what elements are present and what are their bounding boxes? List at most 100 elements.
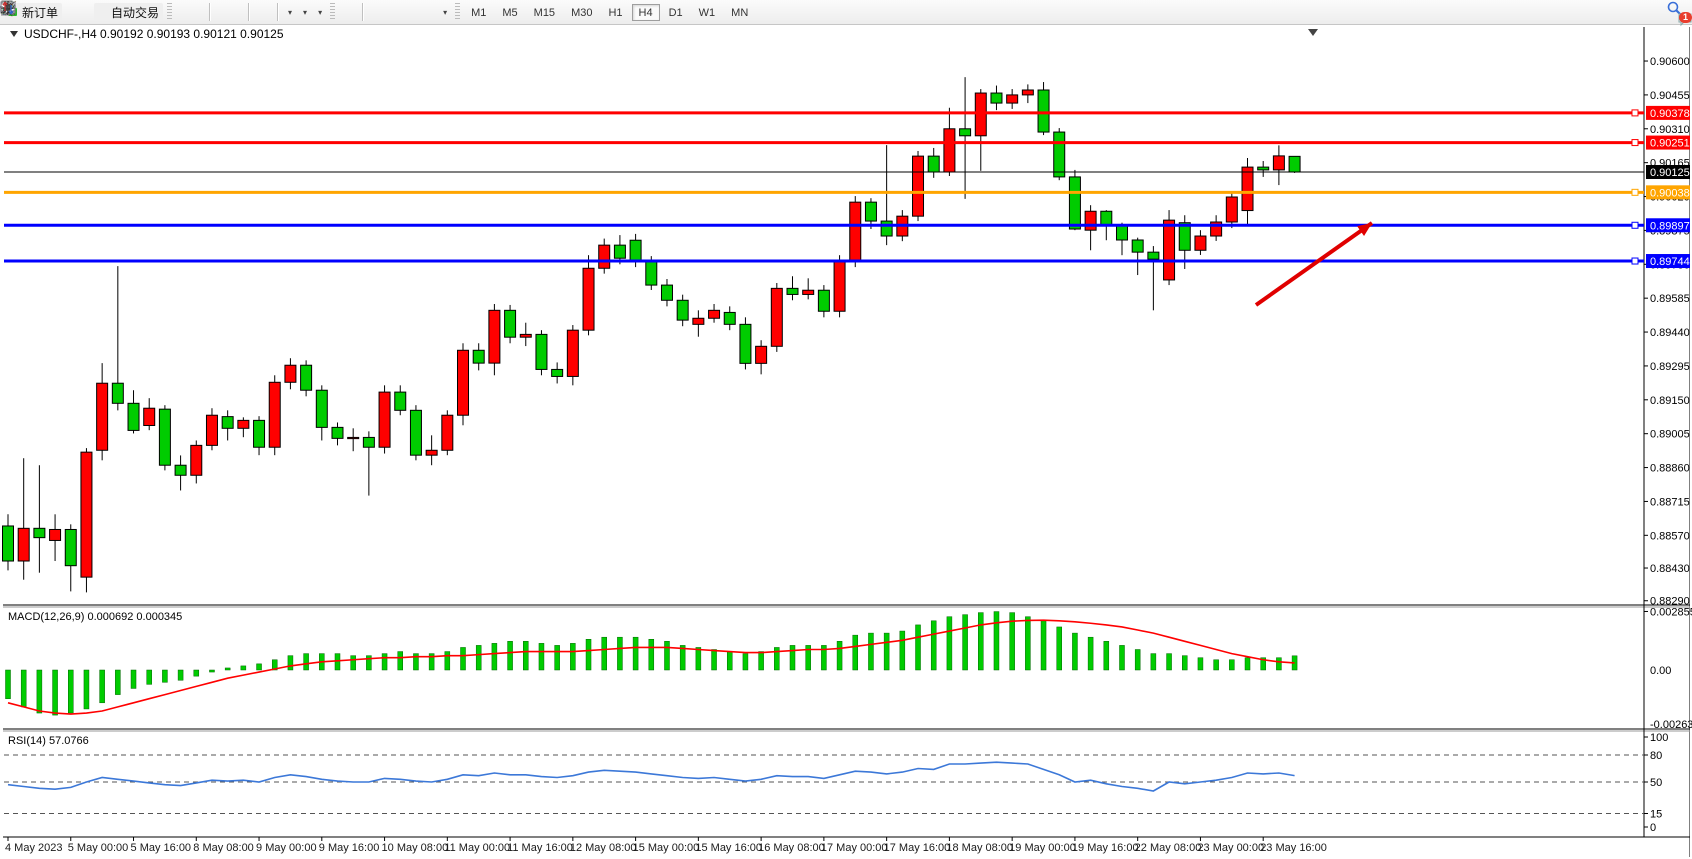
macd-histogram-bar <box>476 645 481 670</box>
time-label: 23 May 16:00 <box>1260 842 1327 854</box>
candle-9 <box>144 408 155 425</box>
macd-histogram-bar <box>978 613 983 670</box>
hline-handle[interactable] <box>1632 222 1638 228</box>
macd-histogram-bar <box>304 654 309 670</box>
candle-23 <box>363 437 374 447</box>
macd-histogram-bar <box>100 670 105 703</box>
rsi-level-label: 50 <box>1650 777 1662 789</box>
hline-handle[interactable] <box>1632 140 1638 146</box>
candle-71 <box>1116 225 1127 240</box>
macd-histogram-bar <box>115 670 120 695</box>
candle-25 <box>395 392 406 410</box>
macd-histogram-bar <box>1198 658 1203 670</box>
rsi-level-label: 100 <box>1650 732 1668 744</box>
macd-histogram-bar <box>1214 660 1219 670</box>
candle-6 <box>97 383 108 450</box>
hline-handle[interactable] <box>1632 258 1638 264</box>
candle-43 <box>677 300 688 320</box>
candle-30 <box>473 350 484 363</box>
hline-handle[interactable] <box>1632 110 1638 116</box>
candle-59 <box>928 156 939 172</box>
time-label: 10 May 08:00 <box>382 842 449 854</box>
time-label: 22 May 08:00 <box>1135 842 1202 854</box>
macd-histogram-bar <box>382 654 387 670</box>
macd-histogram-bar <box>555 645 560 670</box>
candle-10 <box>159 409 170 465</box>
candle-17 <box>269 382 280 447</box>
macd-histogram-bar <box>6 670 11 699</box>
candle-1 <box>18 528 29 561</box>
price-tick-label: 0.89585 <box>1650 293 1690 305</box>
time-label: 5 May 00:00 <box>68 842 129 854</box>
macd-histogram-bar <box>1229 660 1234 670</box>
macd-title: MACD(12,26,9) 0.000692 0.000345 <box>8 611 182 623</box>
macd-histogram-bar <box>1025 617 1030 670</box>
macd-histogram-bar <box>900 631 905 670</box>
candle-42 <box>661 285 672 300</box>
macd-histogram-bar <box>1041 621 1046 670</box>
macd-histogram-bar <box>523 641 528 670</box>
price-tick-label: 0.90455 <box>1650 90 1690 102</box>
candle-4 <box>65 529 76 565</box>
candle-54 <box>850 202 861 261</box>
chart-canvas[interactable]: 0.906000.904550.903100.901650.900200.898… <box>0 0 1692 859</box>
candle-66 <box>1038 90 1049 132</box>
hline-handle[interactable] <box>1632 189 1638 195</box>
candle-35 <box>552 369 563 376</box>
time-label: 15 May 00:00 <box>633 842 700 854</box>
macd-zero-label: 0.00 <box>1650 665 1671 677</box>
candle-76 <box>1195 236 1206 250</box>
candle-53 <box>834 261 845 311</box>
macd-histogram-bar <box>37 670 42 713</box>
macd-histogram-bar <box>68 670 73 713</box>
macd-histogram-bar <box>147 670 152 684</box>
candle-62 <box>975 93 986 136</box>
rsi-level-label: 15 <box>1650 809 1662 821</box>
rsi-level-label: 0 <box>1650 822 1656 834</box>
time-label: 8 May 08:00 <box>193 842 254 854</box>
price-tick-label: 0.89150 <box>1650 395 1690 407</box>
candle-28 <box>442 415 453 450</box>
candle-81 <box>1273 156 1284 170</box>
candle-44 <box>693 318 704 324</box>
macd-histogram-bar <box>1104 641 1109 670</box>
price-tick-label: 0.90600 <box>1650 56 1690 68</box>
candle-24 <box>379 392 390 447</box>
time-label: 17 May 16:00 <box>884 842 951 854</box>
candle-21 <box>332 427 343 438</box>
macd-histogram-bar <box>461 647 466 670</box>
candle-14 <box>222 417 233 429</box>
macd-histogram-bar <box>570 643 575 670</box>
macd-histogram-bar <box>994 612 999 670</box>
macd-histogram-bar <box>366 656 371 670</box>
macd-histogram-bar <box>947 617 952 670</box>
macd-histogram-bar <box>1088 637 1093 670</box>
macd-histogram-bar <box>445 652 450 670</box>
candle-79 <box>1242 167 1253 210</box>
candle-32 <box>505 310 516 337</box>
macd-histogram-bar <box>649 639 654 670</box>
candle-37 <box>583 268 594 330</box>
candle-52 <box>818 290 829 311</box>
macd-histogram-bar <box>162 670 167 682</box>
candle-46 <box>724 312 735 324</box>
macd-histogram-bar <box>743 654 748 670</box>
macd-histogram-bar <box>664 641 669 670</box>
hline-price-text: 0.89897 <box>1650 220 1690 232</box>
price-tick-label: 0.89440 <box>1650 327 1690 339</box>
macd-histogram-bar <box>868 633 873 670</box>
macd-histogram-bar <box>790 645 795 670</box>
rsi-title: RSI(14) 57.0766 <box>8 735 89 747</box>
time-label: 11 May 16:00 <box>507 842 573 854</box>
price-tick-label: 0.88715 <box>1650 496 1690 508</box>
macd-histogram-bar <box>853 635 858 670</box>
macd-histogram-bar <box>539 643 544 670</box>
candle-27 <box>426 450 437 455</box>
candle-19 <box>301 365 312 390</box>
candle-45 <box>709 310 720 318</box>
hline-price-text: 0.90038 <box>1650 187 1690 199</box>
macd-histogram-bar <box>1182 656 1187 670</box>
macd-histogram-bar <box>351 656 356 670</box>
candle-12 <box>191 445 202 475</box>
candle-82 <box>1289 156 1300 172</box>
